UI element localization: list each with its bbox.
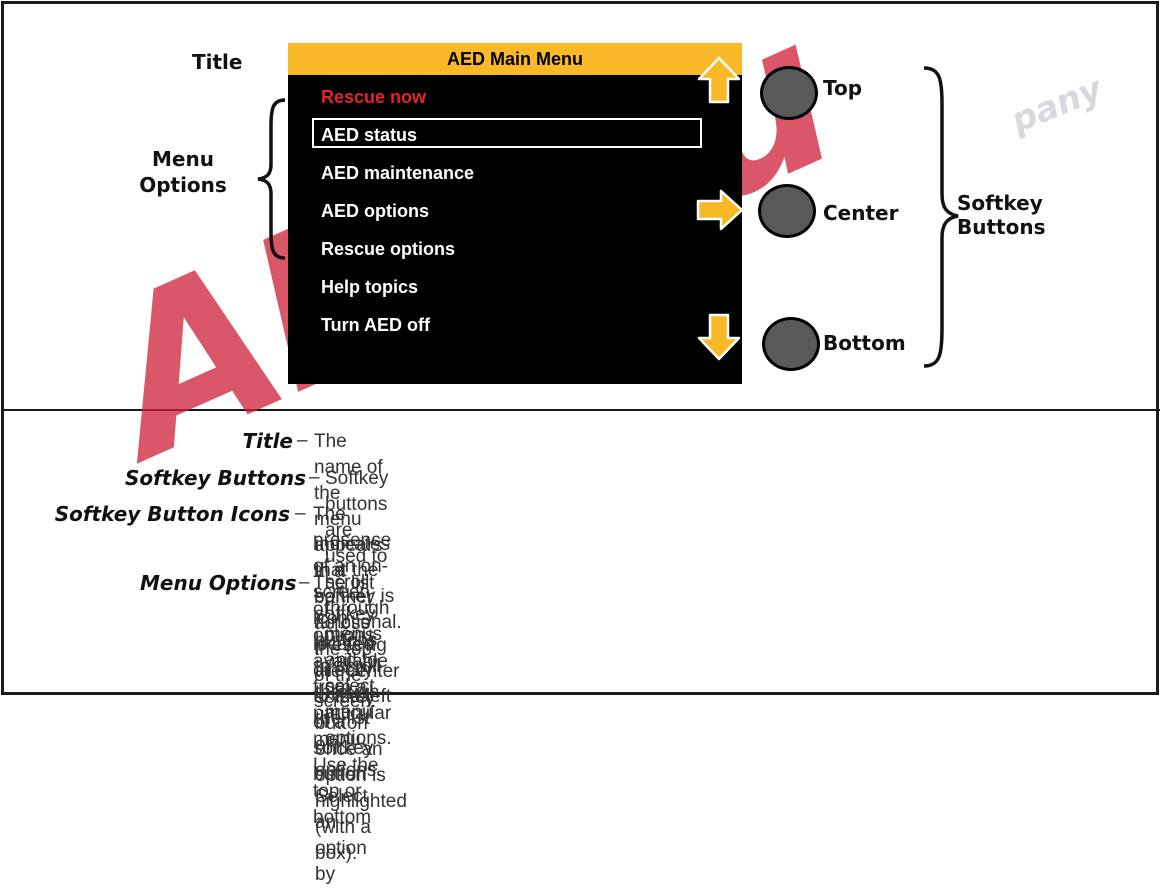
arrow-down-icon	[697, 313, 741, 361]
menu-options-brace	[257, 98, 286, 260]
screen-title-banner: AED Main Menu	[288, 43, 742, 75]
desc-text-menu-options-line3: pressing the center softkey button once …	[315, 635, 407, 864]
softkey-bottom-button[interactable]	[762, 317, 820, 371]
menu-options-label-line1: Menu	[152, 147, 214, 171]
title-label: Title	[192, 50, 243, 74]
menu-item-help-topics[interactable]: Help topics	[321, 275, 418, 299]
softkey-center-label: Center	[823, 201, 899, 225]
desc-term-menu-options: Menu Options	[140, 571, 297, 595]
arrow-up-icon	[697, 56, 741, 104]
section-divider	[4, 409, 1160, 411]
menu-item-rescue-now[interactable]: Rescue now	[321, 85, 426, 109]
softkey-buttons-label-line2: Buttons	[957, 215, 1046, 239]
softkey-top-button[interactable]	[760, 66, 818, 120]
menu-item-rescue-options[interactable]: Rescue options	[321, 237, 455, 261]
desc-term-softkey-buttons: Softkey Buttons	[124, 466, 306, 490]
softkey-buttons-label: Softkey Buttons	[957, 191, 1046, 239]
softkey-buttons-brace	[923, 66, 959, 368]
desc-sep-menu-options: –	[299, 572, 310, 593]
desc-sep-softkey-buttons: –	[309, 467, 320, 488]
menu-options-label: Menu Options	[128, 146, 238, 198]
softkey-buttons-label-line1: Softkey	[957, 191, 1043, 215]
menu-item-aed-options[interactable]: AED options	[321, 199, 429, 223]
desc-sep-title: –	[297, 430, 308, 451]
desc-sep-softkey-button-icons: –	[295, 503, 306, 524]
menu-options-label-line2: Options	[139, 173, 227, 197]
softkey-bottom-label: Bottom	[823, 331, 906, 355]
menu-item-aed-maintenance[interactable]: AED maintenance	[321, 161, 474, 185]
arrow-right-icon	[696, 189, 744, 231]
menu-item-aed-status[interactable]: AED status	[321, 123, 417, 147]
softkey-top-label: Top	[823, 76, 863, 100]
softkey-center-button[interactable]	[758, 184, 816, 238]
device-screen: AED Main Menu Rescue now AED status AED …	[288, 43, 742, 384]
menu-item-turn-aed-off[interactable]: Turn AED off	[321, 313, 430, 337]
desc-term-title: Title	[242, 429, 293, 453]
desc-term-softkey-button-icons: Softkey Button Icons	[54, 502, 290, 526]
